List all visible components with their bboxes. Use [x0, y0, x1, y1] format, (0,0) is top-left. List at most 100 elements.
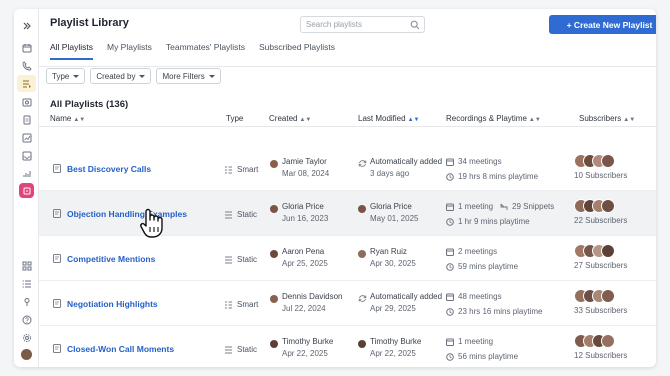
inbox-icon[interactable]: [17, 147, 36, 164]
playlist-name-link[interactable]: Objection Handling Examples: [67, 209, 187, 219]
created-by-filter[interactable]: Created by: [90, 68, 152, 84]
column-header-last-modified[interactable]: Last Modified ▲▼: [358, 114, 419, 123]
hand-cursor-icon: [140, 208, 163, 238]
settings-icon[interactable]: [17, 329, 36, 346]
playlist-name-link[interactable]: Competitive Mentions: [67, 254, 155, 264]
chart-icon[interactable]: [17, 129, 36, 146]
created-date: Apr 25, 2025: [282, 259, 328, 268]
column-header-type-label: Type: [226, 114, 244, 123]
playlist-name-link[interactable]: Negotiation Highlights: [67, 299, 158, 309]
playlist-icon: [53, 209, 61, 218]
stats-icon[interactable]: [17, 165, 36, 182]
playlist-icon[interactable]: [17, 75, 36, 92]
created-date: Jun 16, 2023: [282, 214, 329, 223]
avatar: [601, 289, 615, 303]
modified-date: Apr 29, 2025: [370, 304, 416, 313]
sort-icon: ▲▼: [623, 117, 636, 123]
creator-name: Dennis Davidson: [282, 292, 343, 301]
subscriber-count: 22 Subscribers: [574, 216, 628, 225]
column-header-type: Type: [226, 114, 243, 123]
avatar: [601, 244, 615, 258]
table-row[interactable]: Closed-Won Call Moments Static Timothy B…: [39, 326, 656, 367]
tab-my-playlists[interactable]: My Playlists: [107, 42, 152, 57]
meeting-count: 2 meetings: [458, 247, 498, 256]
created-date: Jul 22, 2024: [282, 304, 326, 313]
document-icon[interactable]: [17, 111, 36, 128]
modifier-name: Gloria Price: [370, 202, 412, 211]
app-icon[interactable]: [19, 183, 34, 198]
sidebar: [14, 9, 39, 367]
column-header-modified-label: Last Modified: [358, 114, 406, 123]
subscriber-avatars[interactable]: [574, 199, 615, 213]
chevron-down-icon: [73, 74, 80, 78]
playlist-icon: [53, 344, 61, 353]
avatar: [270, 295, 278, 303]
column-header-recordings[interactable]: Recordings & Playtime ▲▼: [446, 114, 541, 123]
table-row[interactable]: Competitive Mentions Static Aaron Pena A…: [39, 236, 656, 281]
playlist-icon: [53, 164, 61, 173]
tab-subscribed-playlists[interactable]: Subscribed Playlists: [259, 42, 335, 57]
modified-date: May 01, 2025: [370, 214, 419, 223]
grid-icon[interactable]: [17, 257, 36, 274]
column-header-subscribers[interactable]: Subscribers ▲▼: [579, 114, 635, 123]
subscriber-avatars[interactable]: [574, 289, 615, 303]
pin-icon[interactable]: [17, 293, 36, 310]
column-header-subscribers-label: Subscribers: [579, 114, 622, 123]
modifier-name: Ryan Ruiz: [370, 247, 407, 256]
more-filters-button[interactable]: More Filters: [156, 68, 221, 84]
playlist-name-link[interactable]: Best Discovery Calls: [67, 164, 151, 174]
avatar: [270, 250, 278, 258]
list-icon[interactable]: [17, 275, 36, 292]
playtime: 19 hrs 8 mins playtime: [458, 172, 539, 181]
creator-name: Aaron Pena: [282, 247, 325, 256]
modifier-name: Automatically added: [370, 157, 443, 166]
main-content: Playlist Library + Create New Playlist A…: [39, 9, 656, 367]
subscriber-avatars[interactable]: [574, 154, 615, 168]
phone-icon[interactable]: [17, 57, 36, 74]
search-input[interactable]: [306, 20, 406, 29]
table-header: Name ▲▼ Type Created ▲▼ Last Modified ▲▼ Re…: [39, 109, 656, 127]
subscriber-avatars[interactable]: [574, 244, 615, 258]
sort-icon: ▲▼: [299, 117, 312, 123]
calendar-icon: [446, 158, 454, 166]
table-row[interactable]: Best Discovery Calls Smart Jamie Taylor …: [39, 146, 656, 191]
chevrons-right-icon[interactable]: [17, 17, 36, 34]
playlist-type: Smart: [237, 165, 259, 174]
meeting-count: 1 meeting: [458, 202, 494, 211]
modified-date: Apr 30, 2025: [370, 259, 416, 268]
calendar-icon[interactable]: [17, 39, 36, 56]
chevron-down-icon: [208, 74, 215, 78]
more-filters-label: More Filters: [162, 71, 205, 81]
subscriber-avatars[interactable]: [574, 334, 615, 348]
camera-icon[interactable]: [17, 93, 36, 110]
search-icon[interactable]: [410, 20, 420, 30]
playtime: 23 hrs 16 mins playtime: [458, 307, 543, 316]
create-playlist-button[interactable]: + Create New Playlist: [549, 15, 656, 34]
type-filter[interactable]: Type: [46, 68, 86, 84]
help-icon[interactable]: [17, 311, 36, 328]
user-avatar[interactable]: [21, 349, 32, 360]
modifier-name: Timothy Burke: [370, 337, 422, 346]
type-filter-label: Type: [52, 71, 70, 81]
refresh-icon: [358, 295, 367, 302]
column-header-name[interactable]: Name ▲▼: [50, 114, 85, 123]
modified-date: 3 days ago: [370, 169, 410, 178]
search-box[interactable]: [300, 16, 425, 33]
table-row[interactable]: Negotiation Highlights Smart Dennis Davi…: [39, 281, 656, 326]
tab-all-playlists[interactable]: All Playlists: [50, 42, 93, 60]
filter-bar: Type Created by More Filters: [46, 68, 221, 84]
avatar: [270, 205, 278, 213]
sort-icon: ▲▼: [73, 117, 86, 123]
table-row[interactable]: Objection Handling Examples Static Glori…: [39, 191, 656, 236]
playlist-type: Static: [237, 210, 258, 219]
playlist-name-link[interactable]: Closed-Won Call Moments: [67, 344, 174, 354]
column-header-created[interactable]: Created ▲▼: [269, 114, 311, 123]
meeting-count: 1 meeting: [458, 337, 494, 346]
subscriber-count: 10 Subscribers: [574, 171, 628, 180]
subscriber-count: 27 Subscribers: [574, 261, 628, 270]
creator-name: Timothy Burke: [282, 337, 334, 346]
tab-teammates-playlists[interactable]: Teammates' Playlists: [166, 42, 245, 57]
static-type-icon: [225, 346, 232, 354]
subscriber-count: 12 Subscribers: [574, 351, 628, 360]
avatar: [358, 205, 366, 213]
